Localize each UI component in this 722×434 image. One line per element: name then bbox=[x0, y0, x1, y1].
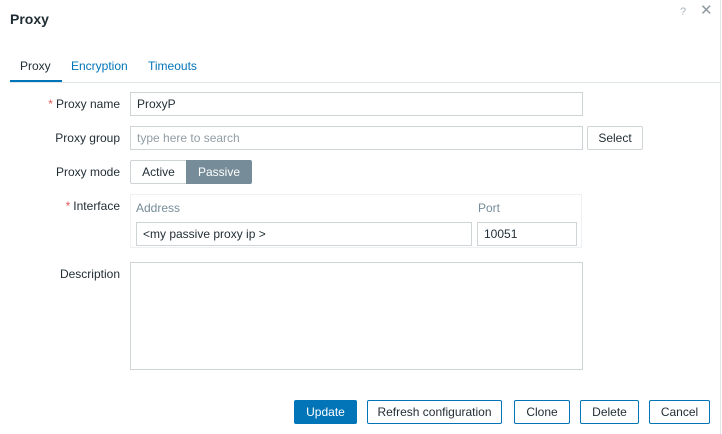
active-tab-indicator bbox=[10, 80, 62, 82]
proxy-dialog: Proxy ? ✕ Proxy Encryption Timeouts * Pro… bbox=[0, 0, 721, 434]
interface-port-input[interactable]: 10051 bbox=[477, 222, 577, 246]
interface-label: * Interface bbox=[65, 199, 120, 213]
description-label: Description bbox=[59, 267, 120, 281]
tab-encryption[interactable]: Encryption bbox=[71, 59, 128, 73]
clone-button[interactable]: Clone bbox=[514, 400, 570, 424]
address-column-header: Address bbox=[136, 201, 181, 215]
refresh-configuration-button[interactable]: Refresh configuration bbox=[367, 400, 502, 424]
proxy-mode-active-option[interactable]: Active bbox=[130, 160, 186, 184]
proxy-name-label: * Proxy name bbox=[48, 97, 120, 111]
help-icon[interactable]: ? bbox=[680, 6, 686, 18]
proxy-group-label: Proxy group bbox=[55, 131, 120, 145]
tab-timeouts[interactable]: Timeouts bbox=[148, 59, 197, 73]
delete-button[interactable]: Delete bbox=[580, 400, 639, 424]
tab-proxy[interactable]: Proxy bbox=[20, 59, 51, 73]
proxy-group-select-button[interactable]: Select bbox=[587, 126, 643, 150]
port-column-header: Port bbox=[478, 201, 501, 215]
interface-address-input[interactable]: <my passive proxy ip > bbox=[136, 222, 472, 246]
required-marker: * bbox=[65, 199, 71, 213]
required-marker: * bbox=[48, 97, 53, 111]
proxy-mode-passive-option[interactable]: Passive bbox=[186, 160, 252, 184]
close-icon[interactable]: ✕ bbox=[700, 3, 713, 19]
description-textarea[interactable] bbox=[130, 262, 583, 370]
cancel-button[interactable]: Cancel bbox=[649, 400, 710, 424]
proxy-group-search-input[interactable]: type here to search bbox=[130, 126, 583, 150]
proxy-group-placeholder: type here to search bbox=[137, 131, 240, 145]
proxy-mode-label: Proxy mode bbox=[55, 165, 120, 179]
tab-bar: Proxy Encryption Timeouts bbox=[10, 50, 720, 83]
proxy-name-input[interactable]: ProxyP bbox=[130, 92, 583, 116]
update-button[interactable]: Update bbox=[294, 400, 357, 424]
dialog-title: Proxy bbox=[10, 11, 49, 27]
